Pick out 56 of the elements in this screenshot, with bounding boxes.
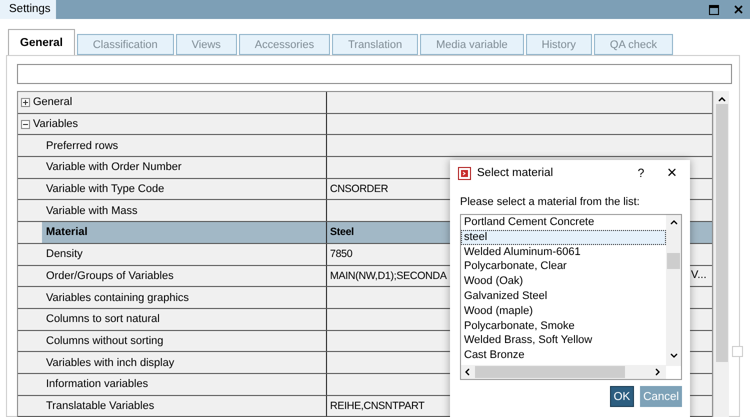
scroll-thumb[interactable] <box>667 253 680 269</box>
property-name[interactable]: Density <box>42 244 326 264</box>
help-button[interactable]: ? <box>626 166 656 180</box>
maximize-icon[interactable] <box>709 4 719 14</box>
list-item[interactable]: Cast Bronze <box>461 348 666 363</box>
tab[interactable]: General <box>8 29 75 55</box>
scroll-left-icon[interactable] <box>464 368 470 376</box>
property-name[interactable]: Preferred rows <box>42 135 326 156</box>
close-button[interactable]: × <box>662 163 682 183</box>
list-item[interactable]: Portland Cement Concrete <box>461 215 666 230</box>
property-name[interactable]: Translatable Variables <box>42 396 326 416</box>
property-value: Steel <box>330 226 354 238</box>
scroll-right-icon[interactable] <box>655 368 661 376</box>
property-name[interactable]: Variable with Mass <box>42 200 326 222</box>
list-item[interactable]: Wood (maple) <box>461 304 666 319</box>
list-item[interactable]: Wood (Oak) <box>461 274 666 289</box>
scroll-thumb[interactable] <box>732 346 743 357</box>
scroll-down-icon[interactable] <box>670 353 678 359</box>
list-item[interactable]: Welded Brass, Soft Yellow <box>461 333 666 348</box>
scroll-thumb[interactable] <box>475 366 625 378</box>
app-icon <box>458 166 471 180</box>
property-value: V... <box>691 268 706 280</box>
scroll-up-icon[interactable] <box>670 219 678 225</box>
filter-field[interactable] <box>17 64 732 84</box>
property-name[interactable]: Variable with Type Code <box>42 178 326 200</box>
window-title: Settings <box>0 0 56 19</box>
expand-icon[interactable] <box>21 98 30 107</box>
property-name[interactable]: Information variables <box>42 374 326 395</box>
material-list[interactable]: Portland Cement Concrete steel Welded Aluminum-6061 Polycarbonate, Clear Wood (Oak) Galvanized Steel Wood (maple) Polycarbonate, Smoke Welded Brass, Soft Yellow Cast Bronze <box>460 214 682 380</box>
group-label: General <box>33 96 72 108</box>
dialog-title: Select material <box>477 167 554 179</box>
collapse-icon[interactable] <box>21 120 30 129</box>
property-name[interactable]: Columns without sorting <box>42 330 326 352</box>
property-value: 7850 <box>330 248 352 260</box>
group-row[interactable]: General <box>18 92 327 113</box>
list-item[interactable]: Polycarbonate, Smoke <box>461 318 666 334</box>
property-value: REIHE,CNSNTPART <box>330 400 424 412</box>
scrollbar[interactable] <box>713 91 729 417</box>
group-label: Variables <box>33 118 78 130</box>
ok-button[interactable]: OK <box>610 386 634 407</box>
property-name[interactable]: Material <box>42 222 326 243</box>
property-name[interactable]: Variables containing graphics <box>42 287 326 308</box>
group-row[interactable]: Variables <box>18 114 327 134</box>
property-value: CNSORDER <box>330 183 388 196</box>
list-item[interactable]: steel <box>461 230 666 245</box>
scroll-up-icon[interactable] <box>718 96 726 102</box>
property-name[interactable]: Order/Groups of Variables <box>42 266 326 286</box>
property-value: MAIN(NW,D1);SECONDA <box>330 270 447 282</box>
list-item[interactable]: Welded Aluminum-6061 <box>461 244 666 260</box>
list-item[interactable]: Polycarbonate, Clear <box>461 259 666 274</box>
property-name[interactable]: Variable with Order Number <box>42 157 326 178</box>
property-name[interactable]: Variables with inch display <box>42 352 326 373</box>
property-name[interactable]: Columns to sort natural <box>42 308 326 330</box>
list-item[interactable]: Galvanized Steel <box>461 288 666 304</box>
close-icon[interactable] <box>734 5 742 14</box>
prompt-text: Please select a material from the list: <box>460 196 641 208</box>
